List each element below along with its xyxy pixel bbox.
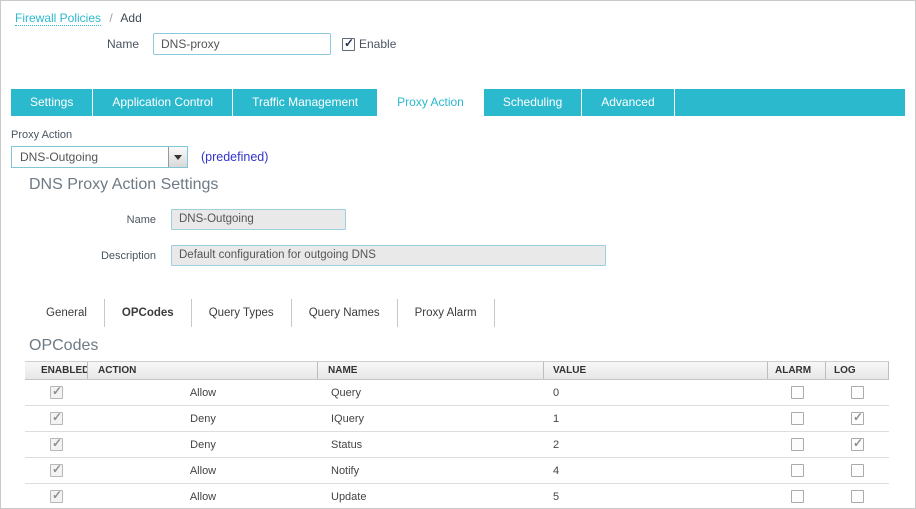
subtab-general[interactable]: General [29,299,105,327]
subtab-query-names[interactable]: Query Names [292,299,398,327]
enable-checkbox-group: Enable [342,36,397,51]
table-row: Allow Notify 4 [25,458,889,484]
breadcrumb: Firewall Policies / Add [1,1,915,26]
action-cell[interactable]: Allow [88,458,318,483]
policy-name-row: Name Enable [1,33,915,55]
breadcrumb-separator: / [109,11,113,25]
policy-name-label: Name [106,37,139,51]
value-cell: 4 [553,464,560,477]
value-cell: 2 [553,438,560,451]
proxy-action-label: Proxy Action [11,129,73,141]
dropdown-button[interactable] [168,147,187,167]
alarm-checkbox[interactable] [790,386,804,399]
tab-settings[interactable]: Settings [11,89,94,116]
subtab-opcodes[interactable]: OPCodes [105,299,192,327]
name-cell: Notify [331,464,360,477]
value-cell: 1 [553,412,560,425]
column-header-name: NAME [318,362,544,379]
alarm-checkbox[interactable] [790,490,804,503]
breadcrumb-link-firewall-policies[interactable]: Firewall Policies [15,11,102,26]
enabled-checkbox[interactable] [50,384,63,399]
proxy-action-selected-value: DNS-Outgoing [20,150,99,164]
column-header-enabled: ENABLED [25,362,88,379]
name-cell: IQuery [331,412,365,425]
predefined-note: (predefined) [201,150,269,164]
name-cell: Update [331,490,367,503]
alarm-checkbox[interactable] [790,412,804,425]
breadcrumb-current: Add [120,11,142,25]
action-description-label: Description [100,250,156,262]
action-description-row: Description Default configuration for ou… [1,245,915,266]
value-cell: 0 [553,386,560,399]
enabled-checkbox[interactable] [50,410,63,425]
chevron-down-icon [174,154,182,160]
action-cell[interactable]: Deny [88,406,318,431]
column-header-log: LOG [826,362,889,379]
tab-scheduling[interactable]: Scheduling [484,89,583,116]
policy-tab-bar: Settings Application Control Traffic Man… [11,89,905,116]
value-cell: 5 [553,490,560,503]
action-name-label: Name [126,214,156,226]
tab-application-control[interactable]: Application Control [93,89,234,116]
enabled-checkbox[interactable] [50,436,63,451]
proxy-action-select[interactable]: DNS-Outgoing [11,146,188,168]
column-header-alarm: ALARM [768,362,826,379]
opcodes-table: ENABLED ACTION NAME VALUE ALARM LOG Allo… [25,361,889,508]
enable-checkbox[interactable] [342,36,355,51]
name-cell: Status [331,438,363,451]
enable-label: Enable [359,37,397,51]
subtab-proxy-alarm[interactable]: Proxy Alarm [398,299,495,327]
tab-advanced[interactable]: Advanced [582,89,675,116]
name-cell: Query [331,386,361,399]
log-checkbox[interactable] [851,490,864,503]
subtab-query-types[interactable]: Query Types [192,299,292,327]
enabled-checkbox[interactable] [50,462,63,477]
action-description-field: Default configuration for outgoing DNS [171,245,606,266]
alarm-checkbox[interactable] [790,438,804,451]
table-row: Allow Update 5 [25,484,889,508]
action-cell[interactable]: Allow [88,484,318,508]
log-checkbox[interactable] [851,386,864,399]
enabled-checkbox[interactable] [50,488,63,503]
opcodes-table-header: ENABLED ACTION NAME VALUE ALARM LOG [25,362,889,380]
log-checkbox[interactable] [851,410,864,425]
proxy-action-select-row: DNS-Outgoing (predefined) [11,146,915,168]
log-checkbox[interactable] [851,436,864,451]
table-row: Deny IQuery 1 [25,406,889,432]
proxy-action-subtabs: General OPCodes Query Types Query Names … [29,299,915,327]
table-row: Allow Query 0 [25,380,889,406]
column-header-action: ACTION [88,362,318,379]
log-checkbox[interactable] [851,464,864,477]
dns-proxy-action-settings-title: DNS Proxy Action Settings [29,176,219,193]
tab-proxy-action[interactable]: Proxy Action [378,89,484,116]
column-header-value: VALUE [544,362,768,379]
opcodes-section-title: OPCodes [29,337,99,354]
alarm-checkbox[interactable] [790,464,804,477]
tab-traffic-management[interactable]: Traffic Management [233,89,379,116]
action-name-row: Name DNS-Outgoing [1,209,915,230]
policy-name-input[interactable] [153,33,331,55]
action-cell[interactable]: Deny [88,432,318,457]
firewall-policy-add-page: Firewall Policies / Add Name Enable Sett… [0,0,916,509]
table-row: Deny Status 2 [25,432,889,458]
action-cell[interactable]: Allow [88,380,318,405]
action-name-field: DNS-Outgoing [171,209,346,230]
